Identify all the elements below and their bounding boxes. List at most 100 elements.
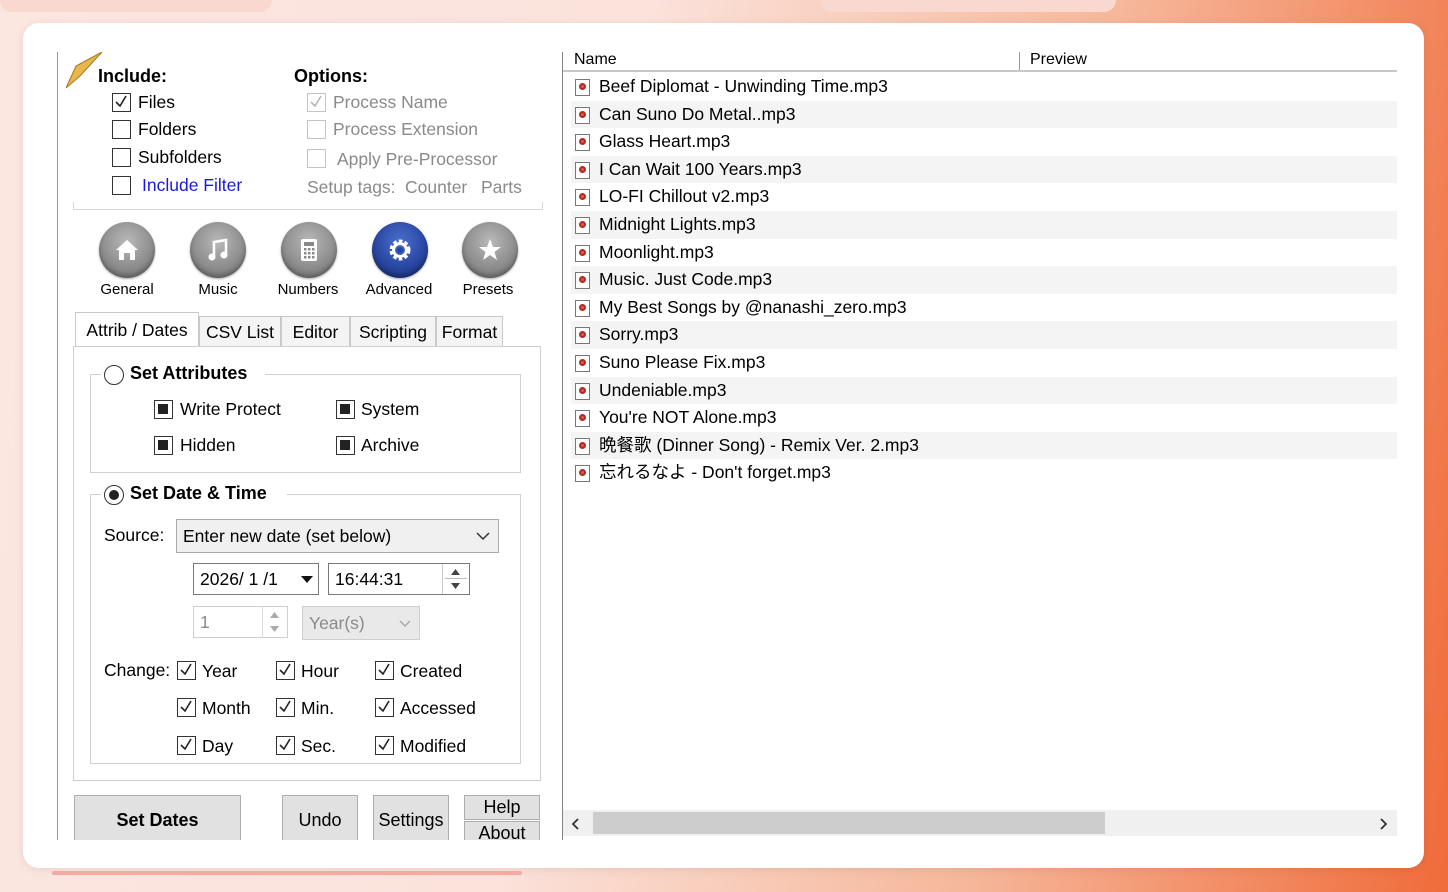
file-row[interactable]: I Can Wait 100 Years.mp3 [571, 155, 1397, 184]
column-header-preview[interactable]: Preview [1030, 52, 1087, 70]
set-attributes-radio[interactable] [104, 365, 124, 385]
scroll-left-icon[interactable] [571, 818, 579, 830]
file-name: I Can Wait 100 Years.mp3 [599, 158, 802, 179]
file-row[interactable]: 忘れるなよ - Don't forget.mp3 [571, 459, 1397, 487]
accessed-checkbox[interactable] [375, 698, 394, 717]
scroll-right-icon[interactable] [1380, 818, 1388, 830]
spinner-down-icon[interactable] [451, 583, 460, 589]
file-row[interactable]: Suno Please Fix.mp3 [571, 349, 1397, 377]
audio-file-icon [575, 465, 590, 483]
file-row[interactable]: Glass Heart.mp3 [571, 128, 1397, 156]
day-checkbox[interactable] [177, 736, 196, 755]
audio-file-icon [575, 189, 590, 207]
file-row[interactable]: You're NOT Alone.mp3 [571, 404, 1397, 432]
music-mode-button[interactable] [190, 222, 246, 278]
system-checkbox[interactable] [336, 400, 355, 419]
subfolders-checkbox[interactable] [112, 148, 131, 167]
modified-checkbox[interactable] [375, 736, 394, 755]
date-dropdown-button[interactable] [297, 566, 317, 592]
offset-number-field[interactable]: 1 [193, 606, 288, 638]
file-row[interactable]: Sorry.mp3 [571, 321, 1397, 349]
advanced-label: Advanced [365, 281, 433, 298]
apply-preprocessor-checkbox[interactable] [307, 149, 326, 168]
day-label: Day [202, 736, 234, 756]
hidden-label: Hidden [180, 435, 236, 455]
general-mode-button[interactable] [99, 222, 155, 278]
about-button[interactable]: About [464, 821, 540, 840]
hour-checkbox[interactable] [276, 661, 295, 680]
created-checkbox[interactable] [375, 661, 394, 680]
horizontal-scrollbar[interactable] [563, 810, 1397, 836]
sec-label: Sec. [301, 736, 337, 756]
offset-spinner[interactable] [262, 607, 287, 637]
setup-tags-label: Setup tags: [307, 177, 396, 197]
process-name-checkbox[interactable] [307, 93, 326, 112]
include-filter-link[interactable]: Include Filter [142, 175, 242, 196]
file-row[interactable]: Moonlight.mp3 [571, 239, 1397, 267]
column-header-name[interactable]: Name [574, 52, 617, 70]
file-name: Can Suno Do Metal..mp3 [599, 103, 796, 124]
column-divider [1019, 52, 1020, 70]
file-list-panel: Name Preview Beef Diplomat - Unwinding T… [562, 52, 1397, 840]
time-spinner[interactable] [442, 564, 469, 594]
background-shape [820, 0, 1116, 12]
set-datetime-radio[interactable] [104, 485, 124, 505]
parts-link[interactable]: Parts [481, 177, 522, 198]
include-filter-checkbox[interactable] [112, 176, 131, 195]
time-field[interactable]: 16:44:31 [328, 563, 470, 595]
process-extension-label: Process Extension [333, 119, 478, 139]
write-protect-checkbox[interactable] [154, 400, 173, 419]
offset-unit-dropdown[interactable]: Year(s) [302, 606, 420, 640]
tab-scripting[interactable]: Scripting [350, 316, 436, 346]
help-button[interactable]: Help [464, 795, 540, 820]
music-label: Music [198, 281, 238, 298]
audio-file-icon [575, 382, 590, 400]
set-dates-button[interactable]: Set Dates [74, 795, 241, 840]
undo-button[interactable]: Undo [282, 795, 358, 840]
min-checkbox[interactable] [276, 698, 295, 717]
file-row[interactable]: 晩餐歌 (Dinner Song) - Remix Ver. 2.mp3 [571, 431, 1397, 460]
settings-button[interactable]: Settings [373, 795, 449, 840]
audio-file-icon [575, 410, 590, 428]
spinner-up-icon[interactable] [270, 612, 279, 618]
spinner-up-icon[interactable] [451, 569, 460, 575]
file-name: Sorry.mp3 [599, 324, 679, 345]
file-row[interactable]: LO-FI Chillout v2.mp3 [571, 183, 1397, 211]
header-underline [563, 70, 1397, 72]
date-value: 2026/ 1 /1 [200, 569, 278, 589]
tab-attrib-dates[interactable]: Attrib / Dates [75, 312, 199, 347]
hidden-checkbox[interactable] [154, 436, 173, 455]
file-row[interactable]: Midnight Lights.mp3 [571, 211, 1397, 239]
chevron-down-icon [399, 620, 411, 628]
date-picker[interactable]: 2026/ 1 /1 [193, 563, 319, 595]
file-name: Glass Heart.mp3 [599, 131, 731, 152]
audio-file-icon [575, 106, 590, 124]
audio-file-icon [575, 437, 590, 455]
file-row[interactable]: My Best Songs by @nanashi_zero.mp3 [571, 294, 1397, 322]
folders-checkbox[interactable] [112, 120, 131, 139]
spinner-down-icon[interactable] [270, 626, 279, 632]
card-accent-line [52, 871, 522, 875]
advanced-mode-button[interactable] [372, 222, 428, 278]
file-row[interactable]: Music. Just Code.mp3 [571, 266, 1397, 294]
process-extension-checkbox[interactable] [307, 120, 326, 139]
star-icon [479, 239, 501, 260]
counter-link[interactable]: Counter [405, 177, 467, 198]
file-name: Moonlight.mp3 [599, 241, 714, 262]
tab-format[interactable]: Format [436, 316, 503, 346]
files-checkbox[interactable] [112, 93, 131, 112]
sec-checkbox[interactable] [276, 736, 295, 755]
left-panel: Include: Files Folders Subfolders Includ… [57, 52, 558, 840]
file-row[interactable]: Undeniable.mp3 [571, 376, 1397, 405]
source-dropdown[interactable]: Enter new date (set below) [176, 519, 499, 553]
file-row[interactable]: Can Suno Do Metal..mp3 [571, 100, 1397, 129]
presets-mode-button[interactable] [462, 222, 518, 278]
tab-csv-list[interactable]: CSV List [199, 316, 281, 346]
year-checkbox[interactable] [177, 661, 196, 680]
archive-checkbox[interactable] [336, 436, 355, 455]
tab-editor[interactable]: Editor [281, 316, 350, 346]
month-checkbox[interactable] [177, 698, 196, 717]
file-row[interactable]: Beef Diplomat - Unwinding Time.mp3 [571, 73, 1397, 101]
numbers-mode-button[interactable] [281, 222, 337, 278]
scrollbar-thumb[interactable] [593, 812, 1105, 834]
